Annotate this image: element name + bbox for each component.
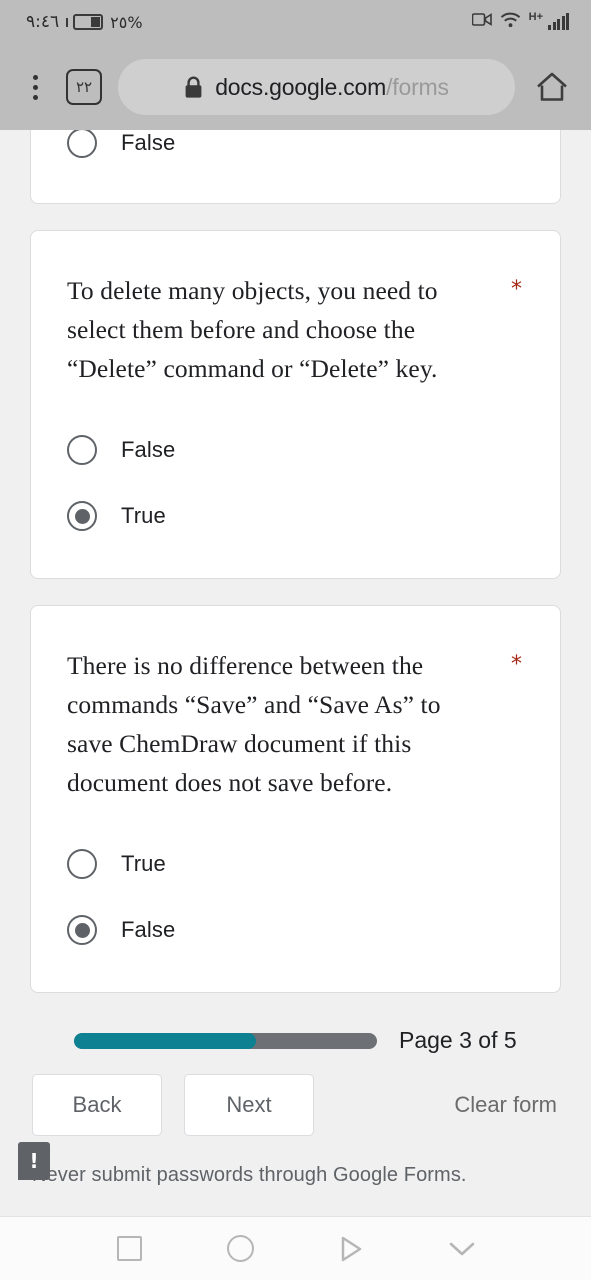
status-bar-right: H+: [471, 10, 569, 33]
network-type-label: H+: [528, 10, 543, 23]
battery-percent-label: ٢٥%: [110, 12, 143, 32]
status-time: ٩:٤٦: [26, 12, 60, 32]
footer-note-row: ! Never submit passwords through Google …: [18, 1142, 561, 1187]
option-label: False: [121, 130, 176, 155]
home-icon[interactable]: [531, 66, 573, 108]
battery-icon: [73, 14, 104, 30]
url-text: docs.google.com/forms: [215, 74, 449, 101]
tab-counter-button[interactable]: ٢٢: [66, 69, 102, 105]
wifi-icon: [500, 12, 521, 33]
form-navigation: Back Next Clear form: [30, 1074, 561, 1136]
android-navigation-bar: [0, 1216, 591, 1280]
back-button[interactable]: Back: [32, 1074, 162, 1136]
recents-square-icon[interactable]: [102, 1222, 156, 1276]
lock-icon: [184, 76, 203, 99]
hide-navbar-chevron-down-icon[interactable]: [435, 1222, 489, 1276]
battery-indicator: [66, 14, 104, 30]
radio-button-true[interactable]: [67, 849, 97, 879]
option-label-false: False: [121, 917, 176, 942]
overflow-menu-icon[interactable]: [18, 67, 52, 107]
status-bar: ٩:٤٦ ٢٥% H+: [0, 0, 591, 44]
option-row-false[interactable]: False: [67, 902, 524, 958]
option-row[interactable]: False: [67, 130, 524, 169]
status-bar-left: ٩:٤٦ ٢٥%: [26, 12, 143, 32]
radio-button-false[interactable]: [67, 915, 97, 945]
warning-badge-icon: !: [18, 1142, 50, 1180]
required-asterisk: *: [511, 652, 522, 677]
battery-fill: [91, 17, 101, 27]
warning-exclamation-label: !: [29, 1149, 39, 1173]
url-domain: docs.google.com: [215, 73, 387, 100]
home-circle-icon[interactable]: [213, 1222, 267, 1276]
radio-button-true[interactable]: [67, 501, 97, 531]
url-bar[interactable]: docs.google.com/forms: [118, 59, 515, 115]
question-card-partial: False: [30, 130, 561, 204]
option-label-true: True: [121, 851, 166, 876]
option-row-true[interactable]: True: [67, 488, 524, 544]
question-card-delete-objects: * To delete many objects, you need to se…: [30, 230, 561, 579]
radio-button-false[interactable]: [67, 435, 97, 465]
option-label-true: True: [121, 503, 166, 528]
signal-bars-icon: [548, 13, 569, 30]
page-indicator-label: Page 3 of 5: [399, 1027, 517, 1053]
option-group: True False: [67, 836, 524, 958]
footer-note-text: Never submit passwords through Google Fo…: [32, 1164, 467, 1186]
question-text: To delete many objects, you need to sele…: [67, 276, 438, 383]
back-triangle-icon[interactable]: [324, 1222, 378, 1276]
clear-form-link[interactable]: Clear form: [454, 1092, 559, 1118]
option-label-false: False: [121, 437, 176, 462]
option-row-true[interactable]: True: [67, 836, 524, 892]
option-row-false[interactable]: False: [67, 422, 524, 478]
battery-tick: [66, 17, 69, 27]
progress-bar: [74, 1032, 377, 1049]
radio-button[interactable]: [67, 130, 97, 158]
required-asterisk: *: [511, 277, 522, 302]
phone-screen: ٩:٤٦ ٢٥% H+ ٢٢ docs.google.com/forms Fal…: [0, 0, 591, 1280]
browser-toolbar: ٢٢ docs.google.com/forms: [0, 44, 591, 130]
question-card-save-vs-saveas: * There is no difference between the com…: [30, 605, 561, 993]
form-content: False * To delete many objects, you need…: [0, 130, 591, 1216]
progress-bar-fill: [74, 1032, 256, 1049]
progress-row: Page 3 of 5: [30, 1027, 561, 1054]
question-text: There is no difference between the comma…: [67, 651, 441, 797]
next-button[interactable]: Next: [184, 1074, 314, 1136]
option-group: False True: [67, 422, 524, 544]
video-camera-icon: [471, 12, 492, 32]
url-path: /forms: [386, 73, 449, 100]
